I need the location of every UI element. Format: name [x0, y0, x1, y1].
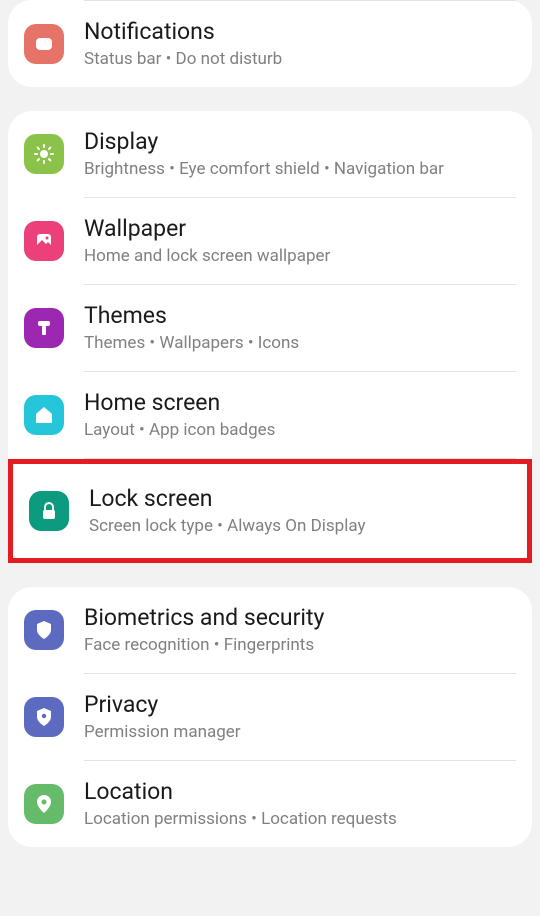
- settings-item-text: Lock screen Screen lock type • Always On…: [89, 485, 511, 538]
- settings-item-title: Themes: [84, 302, 516, 331]
- privacy-icon: [24, 697, 64, 737]
- settings-item-title: Location: [84, 778, 516, 807]
- settings-item-display[interactable]: Display Brightness • Eye comfort shield …: [24, 111, 516, 197]
- settings-item-subtitle: Screen lock type • Always On Display: [89, 515, 511, 537]
- settings-item-text: Display Brightness • Eye comfort shield …: [84, 128, 516, 181]
- settings-group: Display Brightness • Eye comfort shield …: [8, 111, 532, 563]
- settings-item-title: Wallpaper: [84, 215, 516, 244]
- settings-item-subtitle: Status bar • Do not disturb: [84, 48, 516, 70]
- settings-item-text: Biometrics and security Face recognition…: [84, 604, 516, 657]
- settings-item-subtitle: Themes • Wallpapers • Icons: [84, 332, 516, 354]
- settings-item-title: Display: [84, 128, 516, 157]
- settings-item-text: Wallpaper Home and lock screen wallpaper: [84, 215, 516, 268]
- settings-item-lockscreen[interactable]: Lock screen Screen lock type • Always On…: [29, 468, 511, 554]
- settings-item-text: Privacy Permission manager: [84, 691, 516, 744]
- settings-item-subtitle: Permission manager: [84, 721, 516, 743]
- settings-item-text: Home screen Layout • App icon badges: [84, 389, 516, 442]
- settings-item-notifications[interactable]: Notifications Status bar • Do not distur…: [24, 1, 516, 87]
- settings-item-subtitle: Location permissions • Location requests: [84, 808, 516, 830]
- settings-group: Notifications Status bar • Do not distur…: [8, 0, 532, 87]
- settings-item-title: Biometrics and security: [84, 604, 516, 633]
- settings-item-text: Location Location permissions • Location…: [84, 778, 516, 831]
- lock-icon: [29, 491, 69, 531]
- home-icon: [24, 395, 64, 435]
- notifications-icon: [24, 24, 64, 64]
- settings-group: Biometrics and security Face recognition…: [8, 587, 532, 847]
- location-icon: [24, 784, 64, 824]
- settings-item-location[interactable]: Location Location permissions • Location…: [24, 761, 516, 847]
- settings-item-subtitle: Layout • App icon badges: [84, 419, 516, 441]
- settings-item-title: Home screen: [84, 389, 516, 418]
- settings-item-text: Notifications Status bar • Do not distur…: [84, 18, 516, 71]
- highlight-lockscreen: Lock screen Screen lock type • Always On…: [8, 459, 532, 563]
- settings-item-title: Lock screen: [89, 485, 511, 514]
- settings-item-privacy[interactable]: Privacy Permission manager: [24, 674, 516, 760]
- settings-item-wallpaper[interactable]: Wallpaper Home and lock screen wallpaper: [24, 198, 516, 284]
- settings-item-subtitle: Brightness • Eye comfort shield • Naviga…: [84, 158, 516, 180]
- settings-item-themes[interactable]: Themes Themes • Wallpapers • Icons: [24, 285, 516, 371]
- settings-item-title: Privacy: [84, 691, 516, 720]
- shield-icon: [24, 610, 64, 650]
- settings-item-subtitle: Face recognition • Fingerprints: [84, 634, 516, 656]
- settings-item-homescreen[interactable]: Home screen Layout • App icon badges: [24, 372, 516, 458]
- wallpaper-icon: [24, 221, 64, 261]
- settings-item-title: Notifications: [84, 18, 516, 47]
- settings-item-subtitle: Home and lock screen wallpaper: [84, 245, 516, 267]
- settings-item-text: Themes Themes • Wallpapers • Icons: [84, 302, 516, 355]
- themes-icon: [24, 308, 64, 348]
- settings-item-biometrics[interactable]: Biometrics and security Face recognition…: [24, 587, 516, 673]
- display-icon: [24, 134, 64, 174]
